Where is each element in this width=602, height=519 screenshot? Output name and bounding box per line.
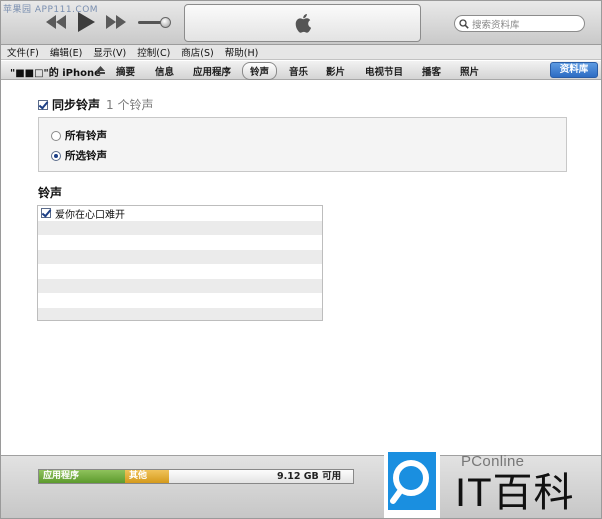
device-name: "■■□"的 iPhone bbox=[10, 68, 101, 79]
volume-knob[interactable] bbox=[160, 17, 171, 28]
tab-podcasts[interactable]: 播客 bbox=[422, 64, 441, 78]
pconline-logo bbox=[384, 448, 440, 518]
next-button[interactable] bbox=[105, 14, 127, 30]
play-button[interactable] bbox=[73, 11, 99, 33]
volume-slider[interactable] bbox=[138, 17, 172, 28]
sync-options-box: 所有铃声 所选铃声 bbox=[38, 117, 567, 172]
all-ringtones-label: 所有铃声 bbox=[65, 130, 107, 142]
apple-logo-icon bbox=[295, 14, 311, 33]
ringtones-section-title: 铃声 bbox=[38, 186, 63, 200]
pconline-brand: PConline bbox=[461, 453, 525, 470]
search-icon bbox=[459, 18, 469, 29]
itunes-window: 苹果园 APP111.COM 搜索资料库 文件(F) 编辑(E) 显示(V) 控… bbox=[0, 0, 602, 519]
menu-view[interactable]: 显示(V) bbox=[93, 45, 126, 59]
search-placeholder: 搜索资料库 bbox=[472, 19, 520, 31]
capacity-meter: 应用程序 其他 9.12 GB 可用 bbox=[38, 469, 354, 484]
status-display bbox=[184, 4, 421, 42]
eject-icon[interactable] bbox=[96, 66, 105, 74]
option-selected-ringtones[interactable]: 所选铃声 bbox=[51, 148, 107, 163]
toolbar: 苹果园 APP111.COM 搜索资料库 bbox=[1, 1, 601, 45]
library-button[interactable]: 资料库 bbox=[550, 62, 598, 78]
sync-ringtones-row: 同步铃声 1 个铃声 bbox=[38, 96, 153, 113]
ringtone-checkbox[interactable] bbox=[41, 208, 51, 219]
menu-bar: 文件(F) 编辑(E) 显示(V) 控制(C) 商店(S) 帮助(H) bbox=[1, 45, 601, 60]
tab-info[interactable]: 信息 bbox=[155, 64, 174, 78]
menu-help[interactable]: 帮助(H) bbox=[225, 45, 259, 59]
ringtone-count: 1 个铃声 bbox=[106, 98, 154, 112]
menu-store[interactable]: 商店(S) bbox=[181, 45, 213, 59]
selected-ringtones-label: 所选铃声 bbox=[65, 150, 107, 162]
capacity-apps-segment: 应用程序 bbox=[39, 470, 125, 483]
fast-forward-icon bbox=[106, 15, 126, 29]
search-field[interactable]: 搜索资料库 bbox=[454, 15, 585, 32]
tab-apps[interactable]: 应用程序 bbox=[193, 64, 231, 78]
ringtone-label: 爱你在心口难开 bbox=[55, 209, 125, 221]
empty-row bbox=[38, 235, 322, 250]
device-bar: "■■□"的 iPhone 摘要 信息 应用程序 铃声 音乐 影片 电视节目 播… bbox=[1, 61, 601, 80]
rewind-icon bbox=[46, 15, 66, 29]
empty-row bbox=[38, 307, 322, 320]
empty-row bbox=[38, 249, 322, 264]
menu-controls[interactable]: 控制(C) bbox=[137, 45, 170, 59]
capacity-other-segment: 其他 bbox=[125, 470, 169, 483]
empty-row bbox=[38, 278, 322, 293]
it-baike-text: IT百科 bbox=[455, 471, 575, 515]
tab-photos[interactable]: 照片 bbox=[460, 64, 479, 78]
empty-row bbox=[38, 220, 322, 235]
menu-file[interactable]: 文件(F) bbox=[7, 45, 39, 59]
ringtone-list: 爱你在心口难开 bbox=[37, 205, 323, 321]
menu-edit[interactable]: 编辑(E) bbox=[50, 45, 82, 59]
sync-ringtones-label: 同步铃声 bbox=[52, 98, 101, 112]
play-icon bbox=[78, 12, 95, 32]
empty-row bbox=[38, 264, 322, 279]
tab-movies[interactable]: 影片 bbox=[326, 64, 345, 78]
tab-music[interactable]: 音乐 bbox=[289, 64, 308, 78]
tab-summary[interactable]: 摘要 bbox=[116, 64, 135, 78]
empty-row bbox=[38, 293, 322, 308]
capacity-free-label: 9.12 GB 可用 bbox=[277, 471, 342, 482]
sync-ringtones-checkbox[interactable] bbox=[38, 99, 48, 110]
option-all-ringtones[interactable]: 所有铃声 bbox=[51, 128, 107, 143]
all-ringtones-radio[interactable] bbox=[51, 130, 61, 141]
tab-tv-shows[interactable]: 电视节目 bbox=[365, 64, 403, 78]
previous-button[interactable] bbox=[45, 14, 67, 30]
tab-ringtones[interactable]: 铃声 bbox=[242, 62, 278, 80]
selected-ringtones-radio[interactable] bbox=[51, 150, 61, 161]
list-item[interactable]: 爱你在心口难开 bbox=[38, 206, 322, 221]
